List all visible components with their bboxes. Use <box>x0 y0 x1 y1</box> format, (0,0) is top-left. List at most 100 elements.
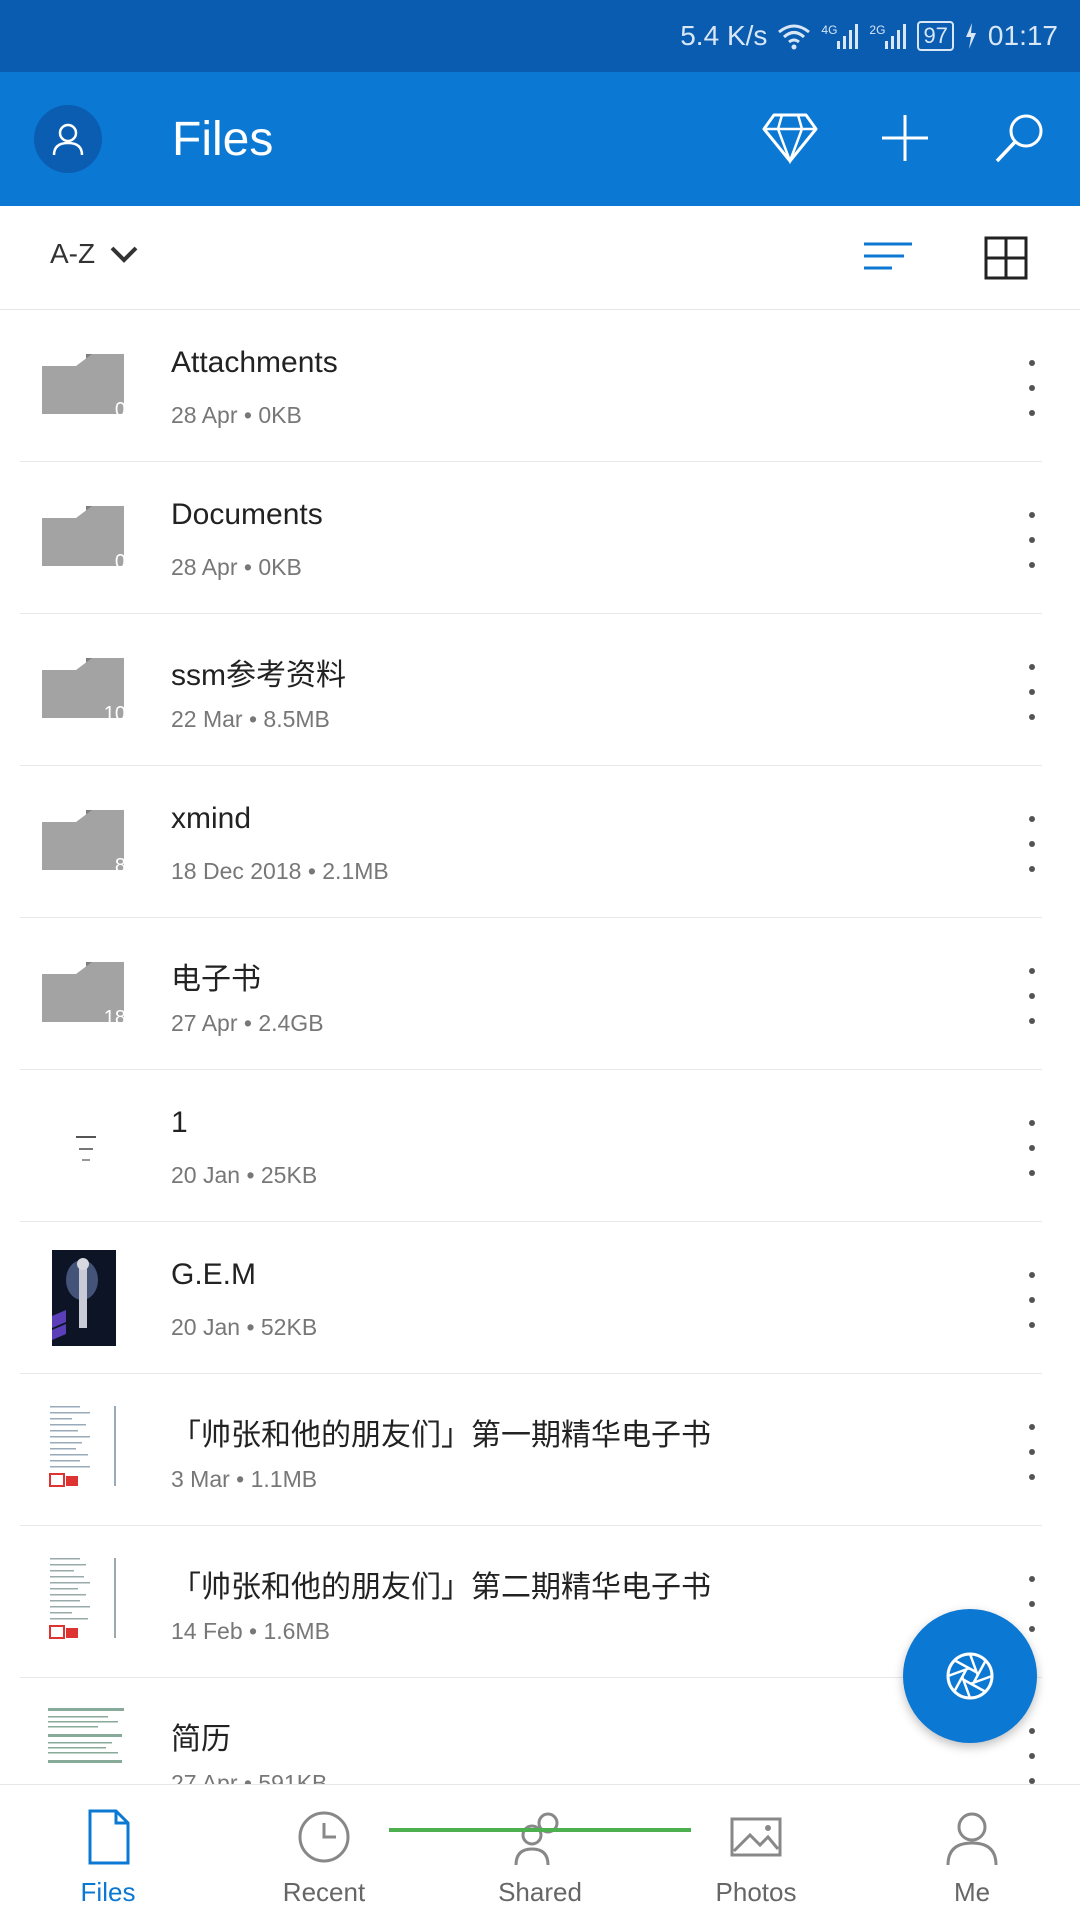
bottom-nav: Files Recent Shared Photos Me <box>0 1784 1080 1920</box>
chevron-down-icon <box>110 246 138 263</box>
folder-icon: 0 <box>36 498 132 578</box>
clock-icon <box>298 1811 350 1863</box>
avatar[interactable] <box>34 105 102 173</box>
more-options-button[interactable] <box>1016 1576 1048 1632</box>
folder-item-count: 0 <box>114 399 126 421</box>
folder-icon: 0 <box>36 346 132 426</box>
premium-button[interactable] <box>758 106 822 170</box>
nav-label: Files <box>80 1877 136 1907</box>
list-view-icon <box>864 242 912 270</box>
more-options-button[interactable] <box>1016 968 1048 1024</box>
folder-item-count: 18 <box>103 1007 126 1029</box>
document-thumbnail <box>44 1400 128 1500</box>
file-meta: 27 Apr • 591KB <box>171 1770 328 1784</box>
battery-icon: 97 <box>917 21 954 51</box>
document-thumbnail <box>44 1096 128 1196</box>
camera-shutter-icon <box>946 1652 994 1700</box>
add-button[interactable] <box>873 106 937 170</box>
more-options-button[interactable] <box>1016 1272 1048 1328</box>
diamond-icon <box>762 113 818 164</box>
sort-button[interactable]: A-Z <box>50 238 139 270</box>
list-item[interactable]: 「帅张和他的朋友们」第一期精华电子书 3 Mar • 1.1MB <box>0 1374 1080 1526</box>
photo-thumbnail <box>52 1250 116 1346</box>
file-meta: 20 Jan • 52KB <box>171 1314 318 1340</box>
file-name: Attachments <box>171 346 338 379</box>
clock-time: 01:17 <box>987 20 1058 51</box>
network-speed: 5.4 K/s <box>680 20 768 51</box>
folder-item-count: 10 <box>103 703 126 725</box>
folder-item-count: 0 <box>114 551 126 573</box>
more-options-button[interactable] <box>1016 664 1048 720</box>
signal-icon: 4G <box>821 23 859 49</box>
file-name: ssm参考资料 <box>171 659 346 692</box>
file-meta: 20 Jan • 25KB <box>171 1162 318 1188</box>
more-vert-icon <box>1029 1120 1035 1126</box>
more-options-button[interactable] <box>1016 1120 1048 1176</box>
more-options-button[interactable] <box>1016 1728 1048 1784</box>
charging-icon <box>964 23 978 49</box>
nav-me[interactable]: Me <box>864 1785 1080 1921</box>
file-meta: 27 Apr • 2.4GB <box>171 1010 324 1036</box>
more-vert-icon <box>1029 1728 1035 1734</box>
more-options-button[interactable] <box>1016 360 1048 416</box>
file-list: 0 Attachments 28 Apr • 0KB 0 Documents 2… <box>0 310 1080 1784</box>
file-name: 简历 <box>171 1723 231 1756</box>
nav-shared[interactable]: Shared <box>432 1785 648 1921</box>
more-vert-icon <box>1029 1576 1035 1582</box>
folder-icon: 18 <box>36 954 132 1034</box>
file-name: xmind <box>171 802 252 835</box>
search-button[interactable] <box>988 106 1052 170</box>
more-options-button[interactable] <box>1016 1424 1048 1480</box>
document-thumbnail <box>44 1704 128 1784</box>
more-vert-icon <box>1029 360 1035 366</box>
file-name: 1 <box>171 1106 188 1139</box>
list-item[interactable]: 0 Attachments 28 Apr • 0KB <box>0 310 1080 462</box>
folder-item-count: 8 <box>114 855 126 877</box>
file-name: G.E.M <box>171 1258 257 1291</box>
wifi-icon <box>777 22 811 50</box>
more-vert-icon <box>1029 816 1035 822</box>
avatar-icon <box>52 123 84 156</box>
nav-label: Shared <box>498 1877 582 1907</box>
people-icon <box>514 1812 559 1866</box>
nav-label: Me <box>953 1877 991 1907</box>
file-meta: 22 Mar • 8.5MB <box>171 706 330 732</box>
list-item[interactable]: 0 Documents 28 Apr • 0KB <box>0 462 1080 614</box>
grid-view-icon <box>984 236 1028 280</box>
file-meta: 28 Apr • 0KB <box>171 402 302 428</box>
search-icon <box>995 114 1043 163</box>
more-vert-icon <box>1029 968 1035 974</box>
list-item[interactable]: 18 电子书 27 Apr • 2.4GB <box>0 918 1080 1070</box>
page-title: Files <box>172 113 274 166</box>
file-icon <box>88 1809 130 1865</box>
more-vert-icon <box>1029 664 1035 670</box>
more-options-button[interactable] <box>1016 816 1048 872</box>
more-vert-icon <box>1029 1272 1035 1278</box>
nav-files[interactable]: Files <box>0 1785 216 1921</box>
file-name: 「帅张和他的朋友们」第二期精华电子书 <box>171 1571 711 1604</box>
image-icon <box>730 1817 782 1857</box>
list-item[interactable]: 1 20 Jan • 25KB <box>0 1070 1080 1222</box>
file-name: 「帅张和他的朋友们」第一期精华电子书 <box>171 1419 711 1452</box>
app-bar: Files <box>0 72 1080 206</box>
list-item[interactable]: 8 xmind 18 Dec 2018 • 2.1MB <box>0 766 1080 918</box>
grid-view-button[interactable] <box>984 236 1028 285</box>
nav-recent[interactable]: Recent <box>216 1785 432 1921</box>
more-options-button[interactable] <box>1016 512 1048 568</box>
folder-icon: 8 <box>36 802 132 882</box>
file-meta: 18 Dec 2018 • 2.1MB <box>171 858 389 884</box>
nav-photos[interactable]: Photos <box>648 1785 864 1921</box>
file-meta: 28 Apr • 0KB <box>171 554 302 580</box>
person-icon <box>946 1812 998 1866</box>
sort-toolbar: A-Z <box>0 206 1080 310</box>
list-item[interactable]: 10 ssm参考资料 22 Mar • 8.5MB <box>0 614 1080 766</box>
nav-label: Photos <box>715 1877 797 1907</box>
signal-icon-2: 2G <box>869 23 907 49</box>
plus-icon <box>882 115 928 161</box>
loading-progress-bar <box>389 1828 691 1832</box>
file-name: 电子书 <box>171 963 261 996</box>
list-item[interactable]: G.E.M 20 Jan • 52KB <box>0 1222 1080 1374</box>
camera-scan-button[interactable] <box>903 1609 1037 1743</box>
list-view-button[interactable] <box>862 236 914 285</box>
more-vert-icon <box>1029 1424 1035 1430</box>
